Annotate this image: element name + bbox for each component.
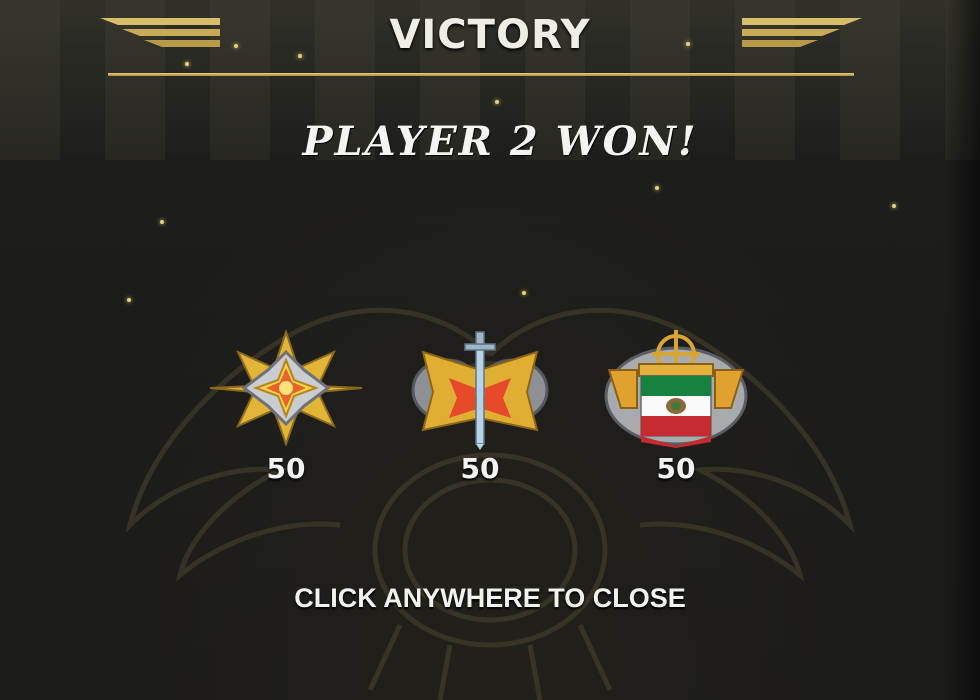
medal-value: 50 (460, 452, 500, 485)
winner-message: PLAYER 2 WON! (302, 118, 698, 165)
sparkle (655, 186, 659, 190)
victory-title: VICTORY (389, 12, 591, 58)
sparkle (298, 54, 302, 58)
medal-mexico-flag: 50 (596, 330, 756, 490)
sparkle (234, 44, 238, 48)
sparkle (686, 42, 690, 46)
medal-sword: 50 (400, 330, 560, 490)
sparkle (127, 298, 131, 302)
medal-star: 50 (206, 330, 366, 490)
sparkle (495, 100, 499, 104)
victory-screen[interactable]: VICTORY PLAYER 2 WON! 50 50 50 CLICK ANY… (0, 0, 980, 700)
mexico-flag-medal-icon (604, 330, 748, 448)
close-hint[interactable]: CLICK ANYWHERE TO CLOSE (240, 583, 740, 614)
screen-edge-shadow (942, 0, 980, 700)
header-divider (108, 73, 854, 76)
sparkle (892, 204, 896, 208)
left-wing-icon (100, 18, 220, 47)
sparkle (160, 220, 164, 224)
medal-value: 50 (266, 452, 306, 485)
sparkle (522, 291, 526, 295)
star-medal-icon (209, 330, 363, 446)
right-wing-icon (742, 18, 862, 47)
sword-medal-icon (411, 331, 549, 450)
medal-value: 50 (656, 452, 696, 485)
sparkle (185, 62, 189, 66)
